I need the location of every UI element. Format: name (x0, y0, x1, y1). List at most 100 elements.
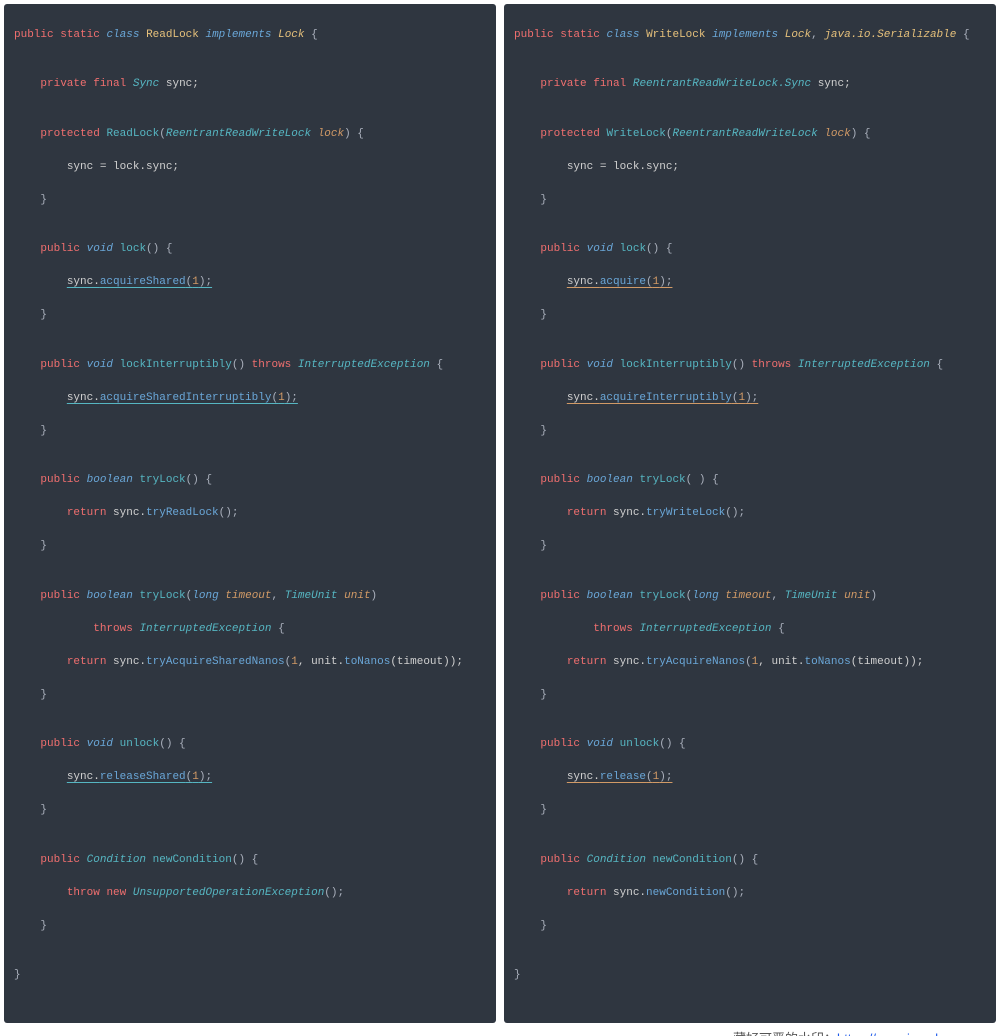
type: Sync (133, 78, 159, 90)
brace: } (540, 194, 547, 206)
type: long (692, 590, 718, 602)
type: Condition (87, 854, 146, 866)
method: newCondition (153, 854, 232, 866)
brace: } (540, 540, 547, 552)
keyword: private (540, 78, 586, 90)
param: unit (344, 590, 370, 602)
readlock-code-panel: public static class ReadLock implements … (4, 4, 496, 1023)
watermark-label: 藏好可恶的水印： (733, 1031, 837, 1036)
keyword: protected (540, 128, 599, 140)
keyword: class (106, 29, 139, 41)
interface: Lock (278, 29, 304, 41)
keyword: new (106, 887, 126, 899)
class-name: ReadLock (146, 29, 199, 41)
method-call: tryAcquireNanos (646, 656, 745, 668)
keyword: public (540, 738, 580, 750)
exception: InterruptedException (298, 359, 430, 371)
field: sync; (159, 78, 199, 90)
method-call: toNanos (805, 656, 851, 668)
keyword: class (606, 29, 639, 41)
brace: { (305, 29, 318, 41)
watermark-footer: 藏好可恶的水印：https://www.javadoop.com (0, 1027, 1000, 1036)
method: unlock (120, 738, 160, 750)
keyword: final (93, 78, 126, 90)
type: void (587, 243, 613, 255)
keyword: public (40, 590, 80, 602)
brace: } (540, 425, 547, 437)
brace: } (40, 425, 47, 437)
keyword: public (40, 243, 80, 255)
keyword: static (60, 29, 100, 41)
statement: sync = lock.sync; (67, 161, 179, 173)
type: boolean (87, 474, 133, 486)
highlighted-call: sync.releaseShared(1); (67, 771, 212, 783)
keyword: throws (93, 623, 133, 635)
method-call: tryReadLock (146, 507, 219, 519)
method: lockInterruptibly (620, 359, 732, 371)
keyword: public (540, 854, 580, 866)
method: unlock (620, 738, 660, 750)
keyword: return (567, 507, 607, 519)
brace: } (540, 689, 547, 701)
keyword: throws (752, 359, 792, 371)
keyword: public (540, 243, 580, 255)
type: void (587, 738, 613, 750)
param: lock (318, 128, 344, 140)
method: lock (620, 243, 646, 255)
exception: UnsupportedOperationException (133, 887, 324, 899)
type: ReentrantReadWriteLock.Sync (633, 78, 811, 90)
class-name: WriteLock (646, 29, 705, 41)
param: unit (844, 590, 870, 602)
highlighted-call: sync.release(1); (567, 771, 673, 783)
keyword: implements (712, 29, 778, 41)
brace: } (40, 689, 47, 701)
type: TimeUnit (285, 590, 338, 602)
keyword: public (514, 29, 554, 41)
highlighted-call: sync.acquireInterruptibly(1); (567, 392, 758, 404)
brace: } (540, 309, 547, 321)
brace: } (40, 920, 47, 932)
param-type: ReentrantReadWriteLock (166, 128, 311, 140)
panels-wrapper: public static class ReadLock implements … (0, 0, 1000, 1027)
type: void (87, 243, 113, 255)
brace: } (514, 969, 521, 981)
keyword: throws (593, 623, 633, 635)
type: long (192, 590, 218, 602)
watermark-url: https://www.javadoop.com (837, 1031, 988, 1036)
brace: } (540, 920, 547, 932)
method-call: tryAcquireSharedNanos (146, 656, 285, 668)
type: void (87, 359, 113, 371)
field: sync; (811, 78, 851, 90)
brace: } (540, 804, 547, 816)
keyword: public (540, 359, 580, 371)
keyword: public (40, 854, 80, 866)
param-type: ReentrantReadWriteLock (672, 128, 817, 140)
brace: ) { (344, 128, 364, 140)
method: tryLock (639, 474, 685, 486)
method: lock (120, 243, 146, 255)
keyword: protected (40, 128, 99, 140)
keyword: final (593, 78, 626, 90)
type: boolean (87, 590, 133, 602)
exception: InterruptedException (139, 623, 271, 635)
method: lockInterruptibly (120, 359, 232, 371)
type: boolean (587, 590, 633, 602)
keyword: throws (252, 359, 292, 371)
type: void (587, 359, 613, 371)
method: tryLock (139, 590, 185, 602)
constructor: WriteLock (606, 128, 665, 140)
interface: Lock (785, 29, 811, 41)
writelock-code-panel: public static class WriteLock implements… (504, 4, 996, 1023)
brace: } (40, 540, 47, 552)
keyword: throw (67, 887, 100, 899)
keyword: implements (205, 29, 271, 41)
type: void (87, 738, 113, 750)
statement: sync = lock.sync; (567, 161, 679, 173)
constructor: ReadLock (106, 128, 159, 140)
keyword: public (540, 590, 580, 602)
method: tryLock (139, 474, 185, 486)
method-call: toNanos (344, 656, 390, 668)
keyword: public (40, 359, 80, 371)
keyword: static (560, 29, 600, 41)
method: newCondition (653, 854, 732, 866)
